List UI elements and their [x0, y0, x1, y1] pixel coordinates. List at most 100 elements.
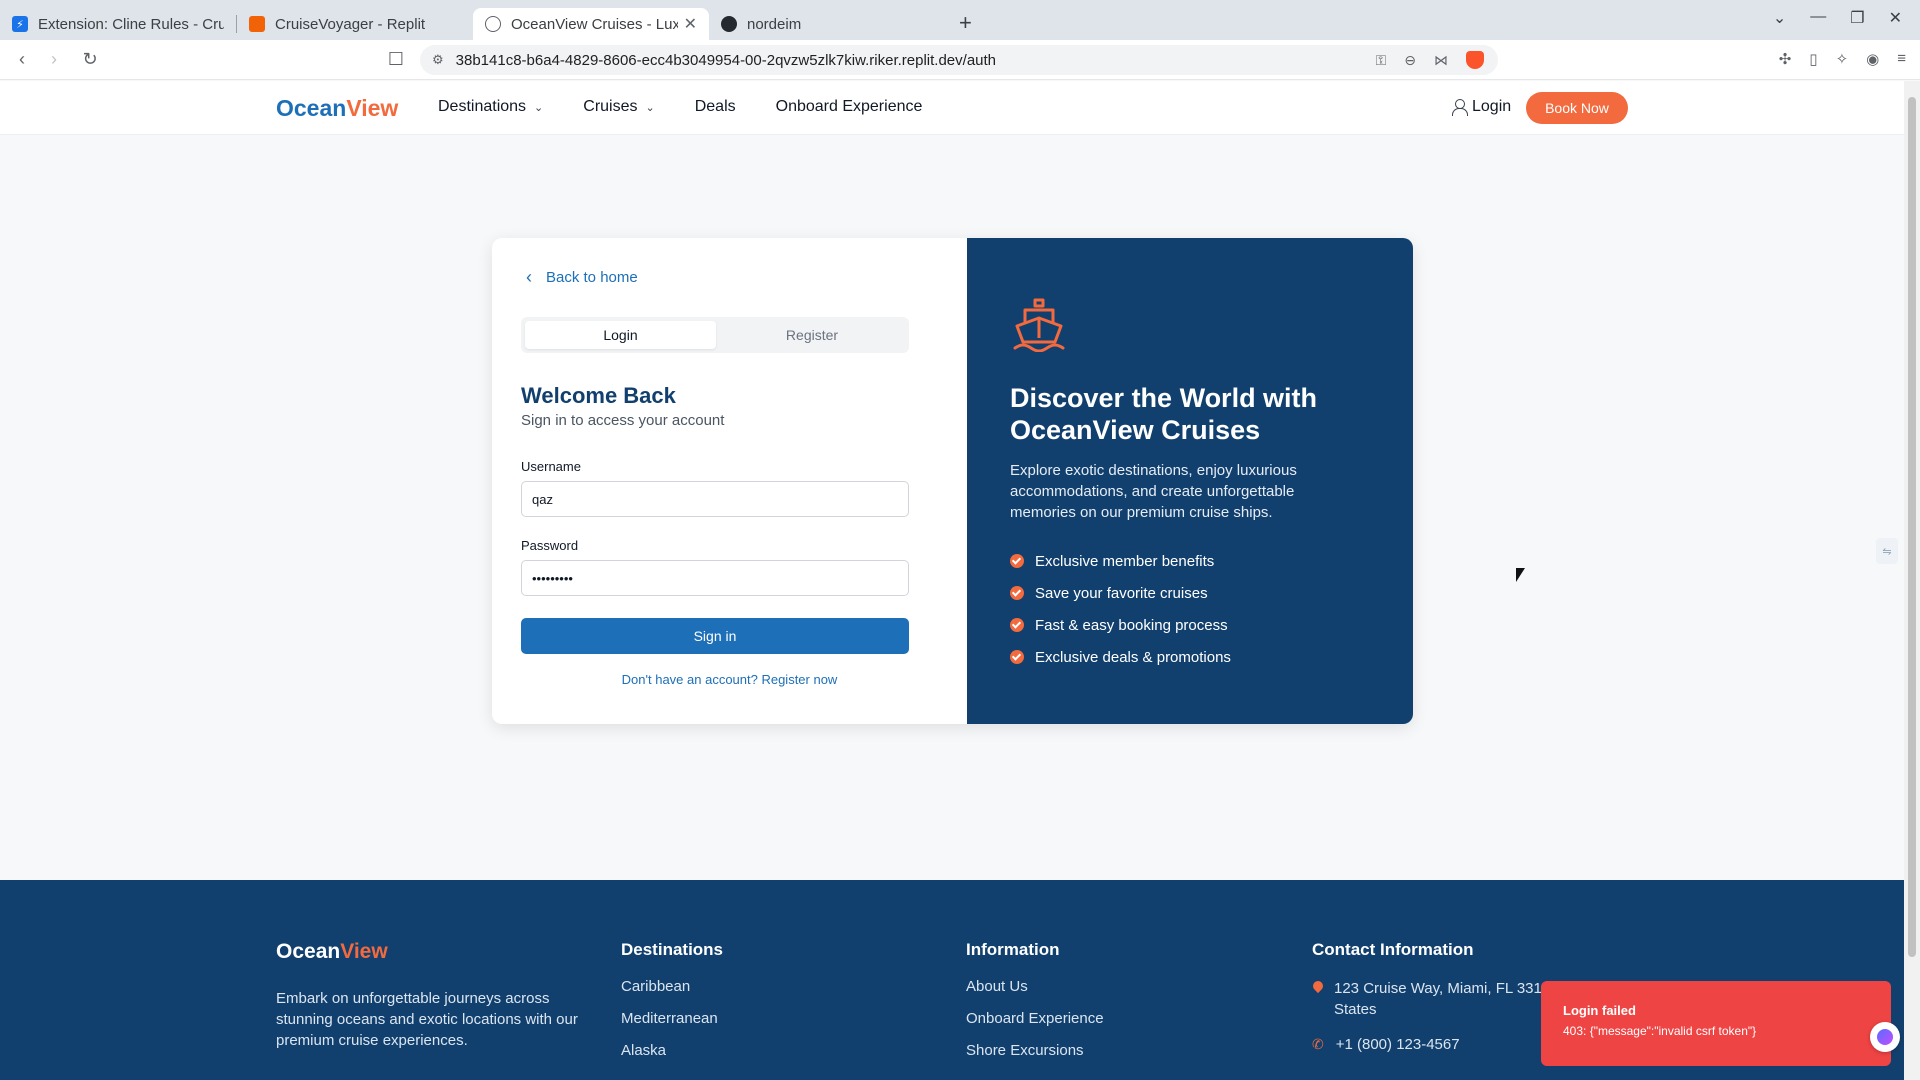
address-bar-icons: ⚿ ⊖ ⋈ — [1376, 51, 1484, 69]
close-icon[interactable]: ✕ — [684, 14, 697, 34]
reload-icon[interactable]: ↻ — [76, 49, 104, 70]
book-now-button[interactable]: Book Now — [1526, 92, 1628, 124]
main-nav: Destinations ⌄ Cruises ⌄ Deals Onboard Exp… — [438, 98, 962, 116]
bookmark-icon[interactable]: ☐ — [382, 49, 410, 70]
back-to-home-link[interactable]: ‹ Back to home — [526, 267, 638, 288]
benefit-label: Exclusive deals & promotions — [1035, 648, 1231, 666]
hero-panel: Discover the World with OceanView Cruise… — [967, 238, 1413, 724]
hero-text: Explore exotic destinations, enjoy luxur… — [1010, 462, 1297, 521]
auth-tabs: Login Register — [521, 317, 909, 353]
auth-card: ‹ Back to home Login Register Welcome Ba… — [492, 238, 1413, 724]
footer-description: Embark on unforgettable journeys across … — [276, 990, 578, 1049]
share-icon[interactable]: ⋈ — [1434, 52, 1448, 69]
benefit-item: Save your favorite cruises — [1010, 577, 1231, 609]
new-tab-button[interactable]: + — [959, 10, 972, 36]
toast-message: 403: {"message":"invalid csrf token"} — [1563, 1024, 1757, 1038]
login-link[interactable]: Login — [1452, 98, 1511, 116]
logo-ocean: Ocean — [276, 940, 341, 963]
tab-label: OceanView Cruises - Luxury — [511, 15, 678, 33]
auth-form-panel: ‹ Back to home Login Register Welcome Ba… — [492, 238, 967, 724]
nav-onboard-experience[interactable]: Onboard Experience — [776, 98, 923, 116]
assistant-button[interactable] — [1870, 1022, 1900, 1052]
check-circle-icon — [1010, 650, 1024, 664]
footer-link-alaska[interactable]: Alaska — [621, 1042, 723, 1074]
check-circle-icon — [1010, 586, 1024, 600]
url-text[interactable]: 38b141c8-b6a4-4829-8606-ecc4b3049954-00-… — [456, 52, 996, 69]
browser-tab-replit[interactable]: CruiseVoyager - Replit — [237, 8, 473, 40]
toast-title: Login failed — [1563, 1003, 1636, 1018]
nav-label: Destinations — [438, 98, 527, 115]
cline-icon: ⚡ — [12, 16, 28, 32]
user-icon — [1452, 99, 1468, 116]
browser-toolbar: ‹ › ↻ ☐ ⚙ 38b141c8-b6a4-4829-8606-ecc4b3… — [0, 40, 1920, 80]
chevron-down-icon: ⌄ — [645, 101, 655, 114]
menu-icon[interactable]: ≡ — [1897, 50, 1906, 68]
footer-link-mediterranean[interactable]: Mediterranean — [621, 1010, 723, 1042]
zoom-icon[interactable]: ⊖ — [1404, 52, 1416, 69]
nav-label: Deals — [694, 98, 736, 115]
address-bar[interactable]: ⚙ 38b141c8-b6a4-4829-8606-ecc4b3049954-0… — [420, 45, 1498, 75]
browser-tab-bar: ⚡ Extension: Cline Rules - CruiseV Cruis… — [0, 0, 1920, 40]
username-input[interactable]: qaz — [521, 481, 909, 517]
footer-link-onboard[interactable]: Onboard Experience — [966, 1010, 1104, 1042]
footer-heading: Information — [966, 940, 1060, 959]
site-logo[interactable]: OceanView — [276, 95, 398, 122]
nav-cruises[interactable]: Cruises ⌄ — [583, 98, 654, 116]
browser-tab-oceanview[interactable]: OceanView Cruises - Luxury ✕ — [473, 8, 709, 40]
logo-view: View — [346, 95, 399, 121]
phone-text: +1 (800) 123-4567 — [1335, 1036, 1460, 1053]
footer-information: Information About Us Onboard Experience … — [966, 940, 1104, 1074]
nav-label: Onboard Experience — [775, 98, 923, 115]
hero-title: Discover the World with OceanView Cruise… — [1010, 383, 1318, 445]
extensions-icon[interactable]: ✣ — [1779, 50, 1792, 68]
logo-ocean: Ocean — [276, 95, 347, 121]
maximize-icon[interactable]: ❐ — [1850, 8, 1864, 28]
key-icon[interactable]: ⚿ — [1376, 52, 1387, 69]
error-toast[interactable]: Login failed 403: {"message":"invalid cs… — [1541, 981, 1891, 1066]
form-title: Welcome Back — [521, 383, 676, 408]
back-icon[interactable]: ‹ — [8, 49, 36, 70]
minimize-icon[interactable]: — — [1810, 8, 1826, 28]
scroll-thumb[interactable] — [1908, 97, 1916, 957]
footer-link-excursions[interactable]: Shore Excursions — [966, 1042, 1104, 1074]
benefit-item: Fast & easy booking process — [1010, 609, 1231, 641]
tab-login[interactable]: Login — [525, 321, 716, 349]
address-text: 123 Cruise Way, Miami, FL 3310 States — [1334, 980, 1551, 1018]
login-label: Login — [1472, 98, 1512, 115]
site-header: OceanView Destinations ⌄ Cruises ⌄ Deals O… — [0, 81, 1904, 135]
floating-widget-icon[interactable]: ⇋ — [1876, 538, 1898, 564]
browser-tab-github[interactable]: nordeim — [709, 8, 945, 40]
nav-label: Cruises — [583, 98, 638, 115]
footer-link-about[interactable]: About Us — [966, 978, 1104, 1010]
site-info-icon[interactable]: ⚙ — [432, 52, 444, 68]
assistant-icon — [1877, 1029, 1893, 1045]
nav-deals[interactable]: Deals — [695, 98, 736, 116]
contact-phone: ✆ +1 (800) 123-4567 — [1312, 1034, 1552, 1055]
register-now-link[interactable]: Don't have an account? Register now — [492, 672, 967, 687]
chevron-left-icon: ‹ — [526, 267, 532, 287]
nav-destinations[interactable]: Destinations ⌄ — [438, 98, 543, 116]
close-window-icon[interactable]: ✕ — [1889, 8, 1902, 28]
footer-link-caribbean[interactable]: Caribbean — [621, 978, 723, 1010]
browser-tab-cline[interactable]: ⚡ Extension: Cline Rules - CruiseV — [0, 8, 236, 40]
globe-icon — [485, 16, 501, 32]
window-controls: ⌄ — ❐ ✕ — [1773, 8, 1902, 28]
page-scrollbar[interactable] — [1904, 81, 1920, 1080]
footer-logo[interactable]: OceanView — [276, 940, 388, 964]
tab-search-icon[interactable]: ⌄ — [1773, 8, 1786, 28]
sign-in-button[interactable]: Sign in — [521, 618, 909, 654]
leo-icon[interactable]: ✧ — [1836, 50, 1849, 68]
footer-contact: Contact Information 123 Cruise Way, Miam… — [1312, 940, 1552, 1069]
wallet-icon[interactable]: ◉ — [1866, 50, 1879, 68]
replit-icon — [249, 16, 265, 32]
contact-address: 123 Cruise Way, Miami, FL 3310 States — [1312, 978, 1552, 1020]
brave-shield-icon[interactable] — [1466, 51, 1484, 69]
forward-icon[interactable]: › — [40, 49, 68, 70]
sidebar-icon[interactable]: ▯ — [1809, 50, 1817, 68]
benefit-label: Save your favorite cruises — [1035, 584, 1208, 602]
tab-register[interactable]: Register — [718, 321, 906, 349]
logo-view: View — [340, 940, 388, 963]
benefit-label: Exclusive member benefits — [1035, 552, 1215, 570]
mouse-cursor — [1516, 568, 1525, 582]
password-input[interactable]: ••••••••• — [521, 560, 909, 596]
